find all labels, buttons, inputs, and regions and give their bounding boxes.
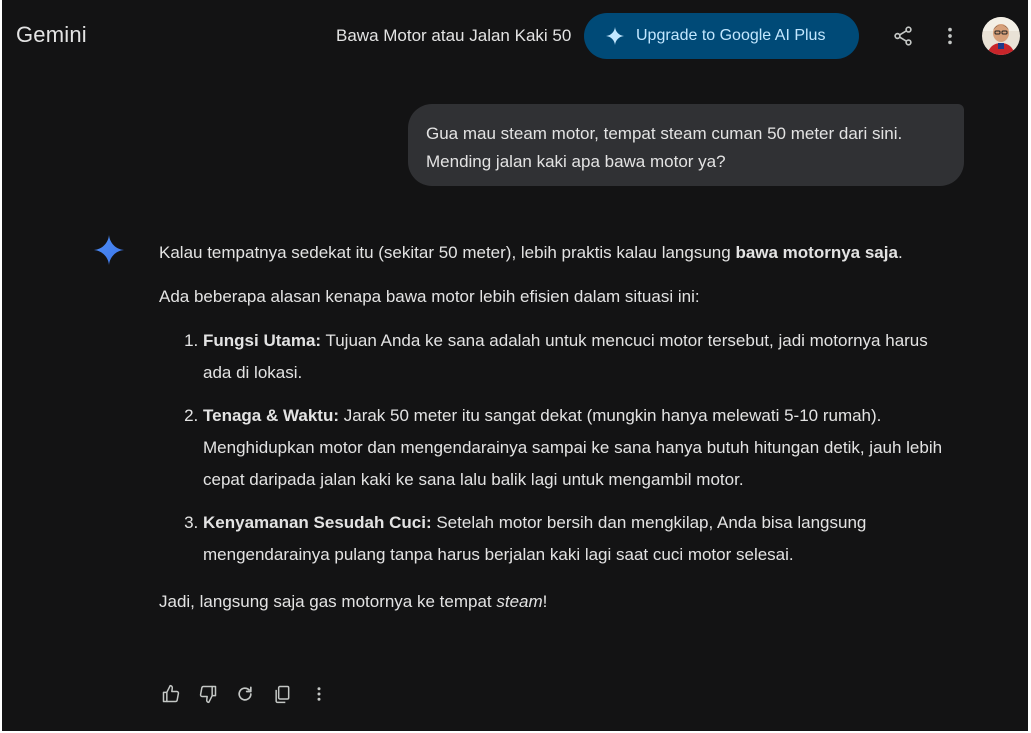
reasons-intro: Ada beberapa alasan kenapa bawa motor le… (159, 287, 700, 306)
response-closing: Jadi, langsung saja gas motornya ke temp… (159, 592, 548, 611)
conversation-title: Bawa Motor atau Jalan Kaki 50 (336, 26, 572, 45)
user-message-bubble: Gua mau steam motor, tempat steam cuman … (408, 104, 964, 186)
more-vert-icon[interactable] (307, 682, 331, 706)
response-closing-italic: steam (496, 592, 543, 611)
thumb-up-icon[interactable] (159, 682, 183, 706)
list-item: Kenyamanan Sesudah Cuci: Setelah motor b… (203, 507, 959, 571)
gemini-app: Gemini Bawa Motor atau Jalan Kaki 50 Upg… (2, 0, 1028, 731)
response-intro: Kalau tempatnya sedekat itu (sekitar 50 … (159, 243, 903, 262)
copy-icon[interactable] (270, 682, 294, 706)
regenerate-icon[interactable] (233, 682, 257, 706)
upgrade-label: Upgrade to Google AI Plus (636, 27, 826, 44)
reasons-list: Fungsi Utama: Tujuan Anda ke sana adalah… (159, 325, 959, 571)
list-item: Fungsi Utama: Tujuan Anda ke sana adalah… (203, 325, 959, 389)
upgrade-button[interactable]: Upgrade to Google AI Plus (584, 13, 859, 59)
list-item: Tenaga & Waktu: Jarak 50 meter itu sanga… (203, 400, 959, 496)
thumb-down-icon[interactable] (196, 682, 220, 706)
sparkle-icon (606, 27, 624, 45)
user-message-text: Gua mau steam motor, tempat steam cuman … (426, 124, 903, 171)
more-vert-icon[interactable] (938, 24, 962, 48)
gemini-spark-icon (94, 235, 124, 265)
avatar[interactable] (982, 17, 1020, 55)
gemini-logo[interactable]: Gemini (16, 22, 87, 48)
model-response: Kalau tempatnya sedekat itu (sekitar 50 … (159, 237, 959, 618)
share-icon[interactable] (891, 24, 915, 48)
response-actions (159, 682, 344, 706)
response-intro-bold: bawa motornya saja (735, 243, 898, 262)
